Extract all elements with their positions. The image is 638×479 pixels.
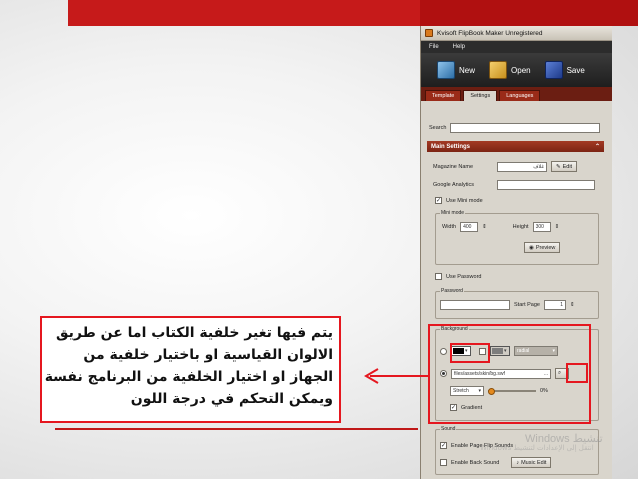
music-edit-label: Music Edit bbox=[521, 459, 547, 466]
use-mini-mode-checkbox[interactable]: ✓ bbox=[435, 197, 442, 204]
use-password-row: Use Password bbox=[435, 273, 481, 280]
menu-bar: File Help bbox=[421, 41, 612, 53]
new-button[interactable]: New bbox=[437, 61, 475, 79]
password-group-label: Password bbox=[440, 288, 464, 294]
start-page-label: Start Page bbox=[514, 302, 540, 308]
divider-line bbox=[55, 428, 418, 430]
search-label: Search bbox=[429, 125, 447, 131]
collapse-chevron-icon[interactable]: ⌃ bbox=[595, 143, 600, 150]
use-password-checkbox[interactable] bbox=[435, 273, 442, 280]
main-settings-title: Main Settings bbox=[431, 143, 471, 150]
toolbar: New Open Save bbox=[421, 53, 612, 87]
mini-mode-group-label: Mini mode bbox=[440, 210, 466, 216]
preview-eye-icon: ◉ bbox=[529, 244, 534, 251]
music-note-icon: ♪ bbox=[516, 459, 520, 466]
mini-mode-size-row: Width 400 ⇕ Height 300 ⇕ bbox=[442, 222, 559, 232]
google-analytics-row: Google Analytics bbox=[433, 180, 595, 190]
save-button[interactable]: Save bbox=[544, 61, 585, 79]
window-titlebar: Kvisoft FlipBook Maker Unregistered bbox=[421, 26, 612, 41]
edit-icon: ✎ bbox=[556, 163, 561, 170]
password-input[interactable] bbox=[440, 300, 510, 310]
use-password-label: Use Password bbox=[446, 273, 482, 280]
activation-watermark-subtext: انتقل إلى الإعدادات لتنشيط Windows bbox=[480, 444, 594, 452]
callout-line-2: الالوان القياسية او باختيار خلفية من bbox=[83, 347, 333, 363]
preview-row: ◉ Preview bbox=[524, 242, 561, 253]
width-input[interactable]: 400 bbox=[460, 222, 479, 232]
banner-stripe bbox=[420, 0, 638, 26]
app-logo-icon bbox=[425, 29, 433, 37]
mini-mode-group: Mini mode Width 400 ⇕ Height 300 ⇕ ◉ Pre… bbox=[435, 210, 599, 265]
open-folder-icon bbox=[489, 61, 508, 79]
pointer-arrow-icon bbox=[364, 368, 430, 384]
floppy-disk-icon bbox=[544, 61, 563, 79]
google-analytics-input[interactable] bbox=[497, 180, 595, 190]
use-mini-mode-label: Use Mini mode bbox=[446, 197, 483, 204]
magazine-name-label: Magazine Name bbox=[433, 163, 474, 170]
tab-languages[interactable]: Languages bbox=[499, 90, 541, 101]
password-group: Password Start Page 1 ⇕ bbox=[435, 288, 599, 319]
back-sound-checkbox[interactable] bbox=[440, 459, 447, 466]
menu-file[interactable]: File bbox=[429, 44, 439, 50]
use-mini-mode-row: ✓ Use Mini mode bbox=[435, 197, 483, 204]
back-sound-row: Enable Back Sound ♪ Music Edit bbox=[440, 457, 552, 468]
explanation-callout: يتم فيها تغير خلفية الكتاب اما عن طريق ا… bbox=[40, 316, 341, 423]
callout-line-3: الجهاز او اختيار الخلفية من البرنامج نفس… bbox=[44, 369, 333, 385]
top-red-banner bbox=[68, 0, 638, 26]
open-button[interactable]: Open bbox=[489, 61, 531, 79]
magazine-name-input[interactable]: غلاف bbox=[497, 161, 547, 172]
background-section-highlight bbox=[428, 324, 591, 424]
window-title: Kvisoft FlipBook Maker Unregistered bbox=[437, 29, 543, 37]
callout-line-1: يتم فيها تغير خلفية الكتاب اما عن طريق bbox=[55, 325, 333, 341]
preview-button[interactable]: ◉ Preview bbox=[524, 242, 561, 253]
magazine-name-row: Magazine Name غلاف ✎ Edit bbox=[433, 161, 578, 172]
height-label: Height bbox=[512, 224, 529, 230]
edit-label: Edit bbox=[562, 163, 573, 170]
menu-help[interactable]: Help bbox=[453, 44, 465, 50]
password-row: Start Page 1 ⇕ bbox=[440, 300, 575, 310]
back-sound-label: Enable Back Sound bbox=[451, 459, 500, 466]
start-page-spinner-icon[interactable]: ⇕ bbox=[570, 302, 575, 308]
tab-strip: Template Settings Languages bbox=[421, 87, 612, 101]
search-row: Search bbox=[429, 123, 601, 133]
sound-group-label: Sound bbox=[440, 426, 457, 432]
search-input[interactable] bbox=[450, 123, 601, 133]
height-input[interactable]: 300 bbox=[532, 222, 551, 232]
tab-template[interactable]: Template bbox=[425, 90, 462, 101]
new-label: New bbox=[459, 65, 476, 75]
new-document-icon bbox=[437, 61, 455, 79]
height-spinner-icon[interactable]: ⇕ bbox=[555, 224, 560, 230]
save-label: Save bbox=[566, 65, 585, 75]
google-analytics-label: Google Analytics bbox=[433, 182, 474, 188]
width-label: Width bbox=[442, 224, 457, 230]
start-page-input[interactable]: 1 bbox=[544, 300, 566, 310]
music-edit-button[interactable]: ♪ Music Edit bbox=[511, 457, 552, 468]
callout-line-4: ويمكن التحكم في درجة اللون bbox=[130, 391, 333, 407]
preview-label: Preview bbox=[535, 244, 556, 251]
edit-button[interactable]: ✎ Edit bbox=[551, 161, 578, 172]
page-flip-sound-checkbox[interactable]: ✓ bbox=[440, 442, 447, 449]
width-spinner-icon[interactable]: ⇕ bbox=[482, 224, 487, 230]
main-settings-header[interactable]: Main Settings ⌃ bbox=[427, 141, 604, 152]
open-label: Open bbox=[511, 65, 531, 75]
tab-settings[interactable]: Settings bbox=[463, 90, 498, 101]
